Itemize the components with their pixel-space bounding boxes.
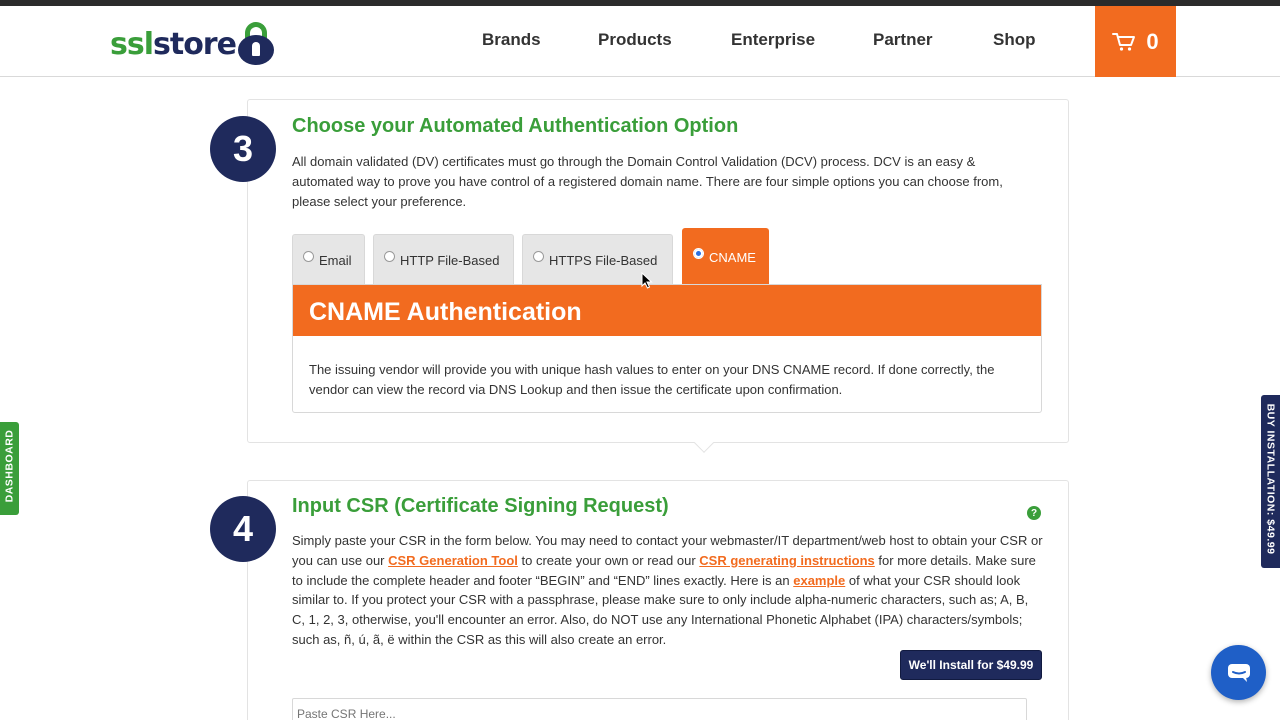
logo-store: store — [153, 26, 237, 62]
cart-icon — [1112, 32, 1136, 51]
help-icon[interactable]: ? — [1027, 506, 1041, 520]
dashboard-side-tab-label: DASHBOARD — [3, 429, 16, 503]
tab-email[interactable]: Email — [292, 234, 365, 285]
chat-button[interactable] — [1211, 645, 1266, 700]
cname-panel-text: The issuing vendor will provide you with… — [309, 362, 995, 397]
step-3-title: Choose your Automated Authentication Opt… — [292, 115, 739, 137]
ssl-store-logo[interactable]: sslstore — [110, 20, 274, 68]
chat-icon — [1227, 663, 1250, 682]
tab-cname-label: CNAME — [709, 249, 756, 265]
tab-http-label: HTTP File-Based — [400, 252, 500, 268]
tab-https-label: HTTPS File-Based — [549, 252, 658, 268]
https-radio[interactable] — [533, 250, 544, 262]
csr-generation-tool-link[interactable]: CSR Generation Tool — [388, 553, 518, 568]
logo-text: sslstore — [110, 26, 237, 62]
step-3-description: All domain validated (DV) certificates m… — [292, 154, 1003, 209]
cname-panel: CNAME Authentication The issuing vendor … — [292, 284, 1042, 413]
csr-instructions-link[interactable]: CSR generating instructions — [699, 553, 875, 568]
buy-installation-label: BUY INSTALLATION: $49.99 — [1264, 403, 1277, 555]
step-4-badge: 4 — [210, 496, 276, 562]
cart-button[interactable]: 0 — [1095, 6, 1176, 77]
nav-partner[interactable]: Partner — [873, 30, 933, 50]
csr-example-link[interactable]: example — [793, 573, 845, 588]
tab-email-label: Email — [319, 252, 352, 268]
padlock-icon — [237, 22, 274, 66]
step-3-badge: 3 — [210, 116, 276, 182]
mouse-cursor — [641, 272, 653, 289]
http-radio[interactable] — [384, 250, 395, 262]
cname-radio[interactable] — [693, 247, 704, 259]
email-radio[interactable] — [303, 250, 314, 262]
step-4-title: Input CSR (Certificate Signing Request) — [292, 495, 669, 517]
logo-ssl: ssl — [110, 26, 154, 62]
dashboard-side-tab[interactable]: DASHBOARD — [0, 422, 19, 515]
buy-installation-side-tab[interactable]: BUY INSTALLATION: $49.99 — [1261, 395, 1280, 568]
site-header: sslstore Brands Products Enterprise Part… — [0, 6, 1280, 77]
step-4-description: Simply paste your CSR in the form below.… — [292, 531, 1044, 650]
cname-panel-header: CNAME Authentication — [293, 285, 1041, 336]
csr-input[interactable] — [292, 698, 1027, 720]
tab-http-file-based[interactable]: HTTP File-Based — [373, 234, 514, 285]
cname-panel-title: CNAME Authentication — [309, 298, 582, 326]
nav-enterprise[interactable]: Enterprise — [731, 30, 815, 50]
cart-count: 0 — [1146, 28, 1159, 54]
step-4-text-2: to create your own or read our — [517, 552, 700, 568]
tab-cname[interactable]: CNAME — [682, 228, 769, 285]
nav-products[interactable]: Products — [598, 30, 672, 50]
install-button[interactable]: We'll Install for $49.99 — [900, 650, 1042, 680]
nav-brands[interactable]: Brands — [482, 30, 541, 50]
nav-shop[interactable]: Shop — [993, 30, 1036, 50]
